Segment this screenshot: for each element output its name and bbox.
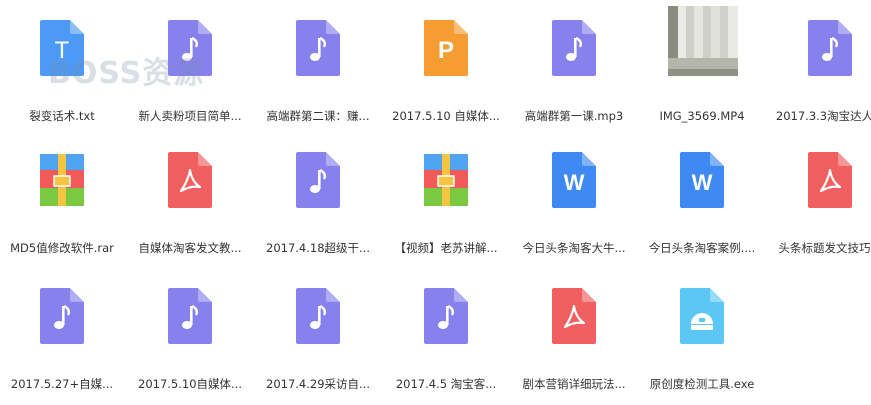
audio-file-icon — [416, 286, 476, 346]
file-item[interactable]: W 今日头条淘客案例.... — [640, 150, 764, 260]
file-name: 新人卖粉项目简单... — [138, 109, 242, 123]
file-name: 剧本营销详细玩法... — [522, 377, 626, 391]
word-file-icon: W — [672, 150, 732, 210]
pdf-file-icon — [544, 286, 604, 346]
file-item[interactable]: 剧本营销详细玩法... — [512, 286, 636, 396]
file-name: 2017.4.5 淘宝客... — [395, 377, 497, 391]
archive-file-icon — [32, 150, 92, 210]
file-name: 2017.5.10自媒体... — [138, 377, 242, 391]
pdf-file-icon — [800, 150, 860, 210]
audio-file-icon — [288, 286, 348, 346]
file-name: 2017.3.3淘宝达人... — [775, 109, 871, 123]
file-item[interactable]: 【视频】老苏讲解... — [384, 150, 508, 260]
file-name: MD5值修改软件.rar — [10, 241, 114, 255]
svg-text:W: W — [564, 170, 585, 195]
text-file-icon: T — [32, 18, 92, 78]
file-item[interactable]: P 2017.5.10 自媒体... — [384, 18, 508, 128]
audio-file-icon — [288, 150, 348, 210]
file-item[interactable]: 2017.4.5 淘宝客... — [384, 286, 508, 396]
file-grid: T 裂变话术.txt 新人卖粉项目简单... 高端群第二课：赚... P 2017.5.1… — [0, 0, 871, 405]
archive-file-icon — [416, 150, 476, 210]
file-name: 高端群第二课：赚... — [266, 109, 370, 123]
file-item[interactable]: 2017.5.10自媒体... — [128, 286, 252, 396]
word-file-icon: W — [544, 150, 604, 210]
file-item[interactable]: 高端群第二课：赚... — [256, 18, 380, 128]
file-name: 2017.4.18超级干... — [266, 241, 370, 255]
video-thumbnail-icon — [668, 6, 738, 76]
file-item[interactable]: 2017.4.18超级干... — [256, 150, 380, 260]
file-item[interactable]: 新人卖粉项目简单... — [128, 18, 252, 128]
file-name: 【视频】老苏讲解... — [394, 241, 498, 255]
presentation-file-icon: P — [416, 18, 476, 78]
svg-text:P: P — [438, 37, 454, 64]
executable-file-icon — [672, 286, 732, 346]
file-item[interactable]: IMG_3569.MP4 — [640, 6, 764, 128]
file-item[interactable]: 原创度检测工具.exe — [640, 286, 764, 396]
pdf-file-icon — [160, 150, 220, 210]
audio-file-icon — [160, 18, 220, 78]
file-item[interactable]: 高端群第一课.mp3 — [512, 18, 636, 128]
file-item[interactable]: W 今日头条淘客大牛... — [512, 150, 636, 260]
file-name: 头条标题发文技巧... — [778, 241, 871, 255]
audio-file-icon — [160, 286, 220, 346]
file-name: 裂变话术.txt — [29, 109, 95, 123]
file-item[interactable]: MD5值修改软件.rar — [0, 150, 124, 260]
file-item[interactable]: 2017.5.27+自媒... — [0, 286, 124, 396]
file-item[interactable]: 2017.4.29采访自... — [256, 286, 380, 396]
audio-file-icon — [800, 18, 860, 78]
file-name: 2017.4.29采访自... — [266, 377, 370, 391]
file-item[interactable]: 自媒体淘客发文教... — [128, 150, 252, 260]
file-name: 高端群第一课.mp3 — [524, 109, 624, 123]
file-item[interactable]: 2017.3.3淘宝达人... — [768, 18, 871, 128]
file-item[interactable]: 头条标题发文技巧... — [768, 150, 871, 260]
file-name: 2017.5.27+自媒... — [10, 377, 114, 391]
file-name: 今日头条淘客大牛... — [522, 241, 626, 255]
svg-text:W: W — [692, 170, 713, 195]
file-name: 今日头条淘客案例.... — [648, 241, 756, 255]
audio-file-icon — [544, 18, 604, 78]
glyph: T — [55, 37, 70, 64]
audio-file-icon — [32, 286, 92, 346]
file-name: IMG_3569.MP4 — [659, 109, 745, 123]
file-name: 2017.5.10 自媒体... — [392, 109, 500, 123]
audio-file-icon — [288, 18, 348, 78]
file-item[interactable]: T 裂变话术.txt — [0, 18, 124, 128]
file-name: 原创度检测工具.exe — [649, 377, 755, 391]
file-name: 自媒体淘客发文教... — [138, 241, 242, 255]
